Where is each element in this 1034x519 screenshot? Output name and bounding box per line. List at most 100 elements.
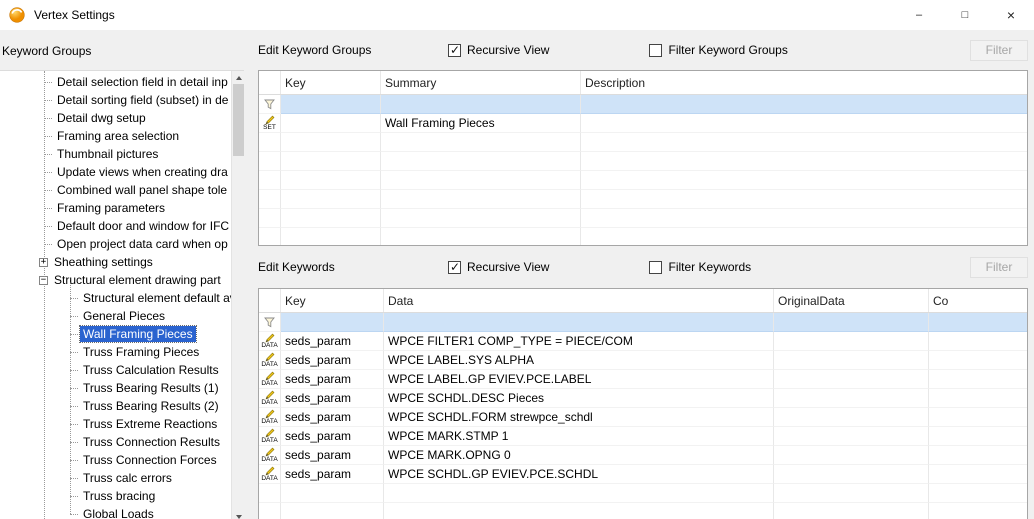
empty-row[interactable]	[259, 152, 1027, 171]
cell-comment[interactable]	[929, 408, 1027, 427]
cell-key[interactable]: seds_param	[281, 408, 384, 427]
keyword-group-row[interactable]: SET Wall Framing Pieces	[259, 114, 1027, 133]
filter-button-groups[interactable]: Filter	[970, 40, 1028, 61]
expand-plus-icon[interactable]: +	[39, 258, 48, 267]
empty-row[interactable]	[259, 209, 1027, 228]
cell-originaldata[interactable]	[774, 313, 929, 332]
cell-originaldata[interactable]	[774, 465, 929, 484]
tree-item-general-pieces[interactable]: General Pieces	[0, 307, 231, 325]
tree-item-structural-element-drawing[interactable]: −Structural element drawing part	[0, 271, 231, 289]
tree-item-detail-selection-field[interactable]: Detail selection field in detail inp	[0, 73, 231, 91]
tree-item-framing-area-selection[interactable]: Framing area selection	[0, 127, 231, 145]
cell-key[interactable]: seds_param	[281, 427, 384, 446]
cell-comment[interactable]	[929, 465, 1027, 484]
tree-item-global-loads[interactable]: Global Loads	[0, 505, 231, 519]
tree-item-truss-calc-errors[interactable]: Truss calc errors	[0, 469, 231, 487]
cell-summary[interactable]: Wall Framing Pieces	[381, 114, 581, 133]
column-header-description[interactable]: Description	[581, 71, 1027, 94]
tree-item-framing-parameters[interactable]: Framing parameters	[0, 199, 231, 217]
tree-item-truss-connection-forces[interactable]: Truss Connection Forces	[0, 451, 231, 469]
column-header-summary[interactable]: Summary	[381, 71, 581, 94]
cell-key[interactable]	[281, 95, 381, 114]
cell-key[interactable]	[281, 114, 381, 133]
tree-item-truss-bracing[interactable]: Truss bracing	[0, 487, 231, 505]
empty-row[interactable]	[259, 133, 1027, 152]
tree-item-truss-connection-results[interactable]: Truss Connection Results	[0, 433, 231, 451]
cell-key[interactable]: seds_param	[281, 446, 384, 465]
filter-row[interactable]	[259, 313, 1027, 332]
cell-originaldata[interactable]	[774, 427, 929, 446]
cell-key[interactable]: seds_param	[281, 370, 384, 389]
cell-originaldata[interactable]	[774, 408, 929, 427]
column-header-data[interactable]: Data	[384, 289, 774, 312]
tree-item-thumbnail-pictures[interactable]: Thumbnail pictures	[0, 145, 231, 163]
filter-keyword-groups-checkbox[interactable]: Filter Keyword Groups	[649, 43, 787, 57]
cell-originaldata[interactable]	[774, 332, 929, 351]
cell-data[interactable]: WPCE MARK.OPNG 0	[384, 446, 774, 465]
column-header-key[interactable]: Key	[281, 71, 381, 94]
cell-description[interactable]	[581, 95, 1027, 114]
keyword-row[interactable]: DATA seds_param WPCE LABEL.GP EVIEV.PCE.…	[259, 370, 1027, 389]
column-header-key[interactable]: Key	[281, 289, 384, 312]
tree-item-default-door-window-ifc[interactable]: Default door and window for IFC	[0, 217, 231, 235]
cell-comment[interactable]	[929, 313, 1027, 332]
cell-comment[interactable]	[929, 332, 1027, 351]
scroll-up-icon[interactable]	[232, 71, 245, 84]
keyword-row[interactable]: DATA seds_param WPCE SCHDL.GP EVIEV.PCE.…	[259, 465, 1027, 484]
minimize-button[interactable]: –	[896, 0, 942, 30]
empty-row[interactable]	[259, 228, 1027, 246]
empty-row[interactable]	[259, 171, 1027, 190]
keyword-row[interactable]: DATA seds_param WPCE MARK.OPNG 0	[259, 446, 1027, 465]
recursive-view-checkbox-groups[interactable]: Recursive View	[448, 43, 549, 57]
empty-row[interactable]	[259, 503, 1027, 519]
maximize-button[interactable]: □	[942, 0, 988, 30]
cell-data[interactable]: WPCE SCHDL.DESC Pieces	[384, 389, 774, 408]
cell-originaldata[interactable]	[774, 370, 929, 389]
cell-data[interactable]	[384, 313, 774, 332]
cell-data[interactable]: WPCE LABEL.SYS ALPHA	[384, 351, 774, 370]
cell-data[interactable]: WPCE FILTER1 COMP_TYPE = PIECE/COM	[384, 332, 774, 351]
cell-originaldata[interactable]	[774, 351, 929, 370]
column-header-comment[interactable]: Co	[929, 289, 1027, 312]
column-header-originaldata[interactable]: OriginalData	[774, 289, 929, 312]
cell-key[interactable]: seds_param	[281, 332, 384, 351]
tree-item-truss-bearing-results-1[interactable]: Truss Bearing Results (1)	[0, 379, 231, 397]
tree-item-wall-framing-pieces[interactable]: Wall Framing Pieces	[0, 325, 231, 343]
tree-item-detail-sorting-field[interactable]: Detail sorting field (subset) in de	[0, 91, 231, 109]
cell-description[interactable]	[581, 114, 1027, 133]
cell-originaldata[interactable]	[774, 389, 929, 408]
cell-originaldata[interactable]	[774, 446, 929, 465]
tree-item-structural-element-default[interactable]: Structural element default av	[0, 289, 231, 307]
keyword-row[interactable]: DATA seds_param WPCE FILTER1 COMP_TYPE =…	[259, 332, 1027, 351]
keyword-row[interactable]: DATA seds_param WPCE LABEL.SYS ALPHA	[259, 351, 1027, 370]
cell-key[interactable]: seds_param	[281, 389, 384, 408]
cell-comment[interactable]	[929, 446, 1027, 465]
empty-row[interactable]	[259, 190, 1027, 209]
cell-key[interactable]	[281, 313, 384, 332]
collapse-minus-icon[interactable]: −	[39, 276, 48, 285]
cell-data[interactable]: WPCE SCHDL.FORM strewpce_schdl	[384, 408, 774, 427]
close-button[interactable]: ×	[988, 0, 1034, 30]
tree-item-detail-dwg-setup[interactable]: Detail dwg setup	[0, 109, 231, 127]
recursive-view-checkbox-keywords[interactable]: Recursive View	[448, 260, 549, 274]
scrollbar-thumb[interactable]	[233, 84, 244, 156]
empty-row[interactable]	[259, 484, 1027, 503]
tree-item-open-project-data-card[interactable]: Open project data card when op	[0, 235, 231, 253]
keyword-row[interactable]: DATA seds_param WPCE SCHDL.DESC Pieces	[259, 389, 1027, 408]
cell-comment[interactable]	[929, 427, 1027, 446]
tree-scrollbar[interactable]	[231, 71, 244, 519]
keyword-row[interactable]: DATA seds_param WPCE MARK.STMP 1	[259, 427, 1027, 446]
cell-key[interactable]: seds_param	[281, 351, 384, 370]
tree-item-truss-extreme-reactions[interactable]: Truss Extreme Reactions	[0, 415, 231, 433]
cell-comment[interactable]	[929, 370, 1027, 389]
cell-comment[interactable]	[929, 389, 1027, 408]
cell-data[interactable]: WPCE LABEL.GP EVIEV.PCE.LABEL	[384, 370, 774, 389]
tree-item-truss-bearing-results-2[interactable]: Truss Bearing Results (2)	[0, 397, 231, 415]
tree-item-truss-calculation-results[interactable]: Truss Calculation Results	[0, 361, 231, 379]
keyword-row[interactable]: DATA seds_param WPCE SCHDL.FORM strewpce…	[259, 408, 1027, 427]
cell-key[interactable]: seds_param	[281, 465, 384, 484]
tree-item-combined-wall-panel-shape[interactable]: Combined wall panel shape tole	[0, 181, 231, 199]
tree-item-update-views[interactable]: Update views when creating dra	[0, 163, 231, 181]
tree-item-truss-framing-pieces[interactable]: Truss Framing Pieces	[0, 343, 231, 361]
filter-keywords-checkbox[interactable]: Filter Keywords	[649, 260, 751, 274]
